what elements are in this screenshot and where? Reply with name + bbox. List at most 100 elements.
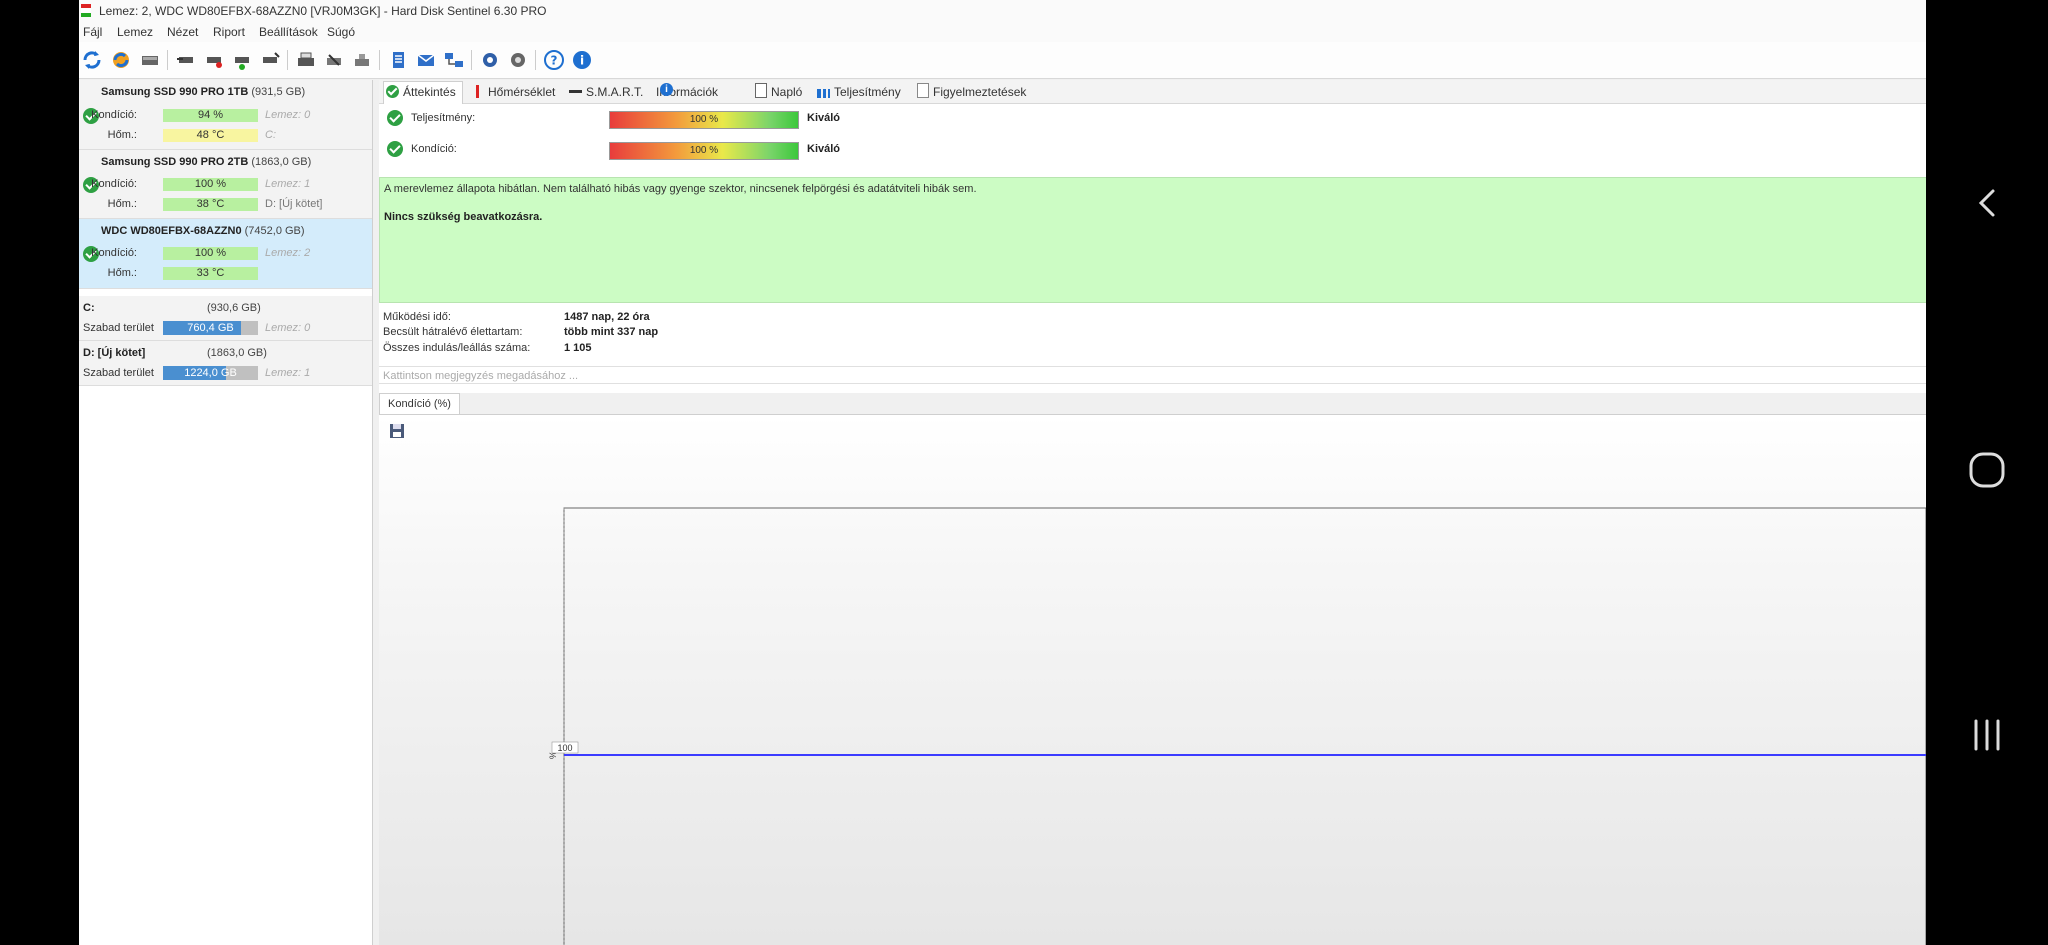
disk-icon[interactable]	[139, 49, 161, 71]
disk-list-panel: Samsung SSD 990 PRO 1TB (931,5 GB) Kondí…	[79, 80, 373, 945]
ok-status-icon	[387, 110, 403, 126]
free-space-value: 760,4 GB	[187, 322, 234, 334]
free-space-value: 1224,0 GB	[184, 367, 237, 379]
volume-size: (1863,0 GB)	[207, 347, 267, 359]
refresh-icon[interactable]	[81, 49, 103, 71]
disk-capacity: (1863,0 GB)	[251, 156, 312, 168]
tab-label: Áttekintés	[403, 85, 456, 99]
chart-area: Kondíció (%) % 100	[379, 393, 1926, 945]
performance-metric: Teljesítmény: 100 % Kiváló	[379, 108, 1079, 130]
title-bar: Lemez: 2, WDC WD80EFBX-68AZZN0 [VRJ0M3GK…	[79, 0, 1926, 22]
settings-2-icon[interactable]	[507, 49, 529, 71]
temperature-row: Hőm.: 33 °C	[79, 267, 372, 281]
info-value: több mint 337 nap	[564, 326, 659, 338]
smart-icon	[569, 85, 582, 98]
main-panel: Áttekintés Hőmérséklet S.M.A.R.T. i Infor…	[379, 80, 1926, 945]
free-space-label: Szabad terület	[83, 322, 154, 334]
tab-label: S.M.A.R.T.	[586, 85, 644, 99]
home-button[interactable]	[1926, 440, 2048, 500]
app-flag-icon	[81, 4, 91, 17]
disk-ref: Lemez: 0	[265, 322, 311, 334]
tab-alerts[interactable]: Figyelmeztetések	[917, 83, 1026, 101]
disk-volumes: D: [Új kötet]	[265, 198, 323, 210]
volume-entry-c[interactable]: C: (930,6 GB) Szabad terület 760,4 GB Le…	[79, 296, 372, 341]
tab-information[interactable]: i Információk	[656, 83, 718, 101]
condition-bar: 100 %	[163, 247, 258, 260]
temperature-bar: 48 °C	[163, 129, 258, 142]
recents-button[interactable]	[1926, 705, 2048, 765]
menu-settings[interactable]: Beállítások	[259, 22, 318, 42]
volume-size: (930,6 GB)	[207, 302, 261, 314]
tab-performance[interactable]: Teljesítmény	[817, 83, 901, 101]
condition-row: Kondíció: 94 % Lemez: 0	[79, 109, 372, 123]
disk-model: Samsung SSD 990 PRO 2TB	[101, 156, 249, 168]
tab-label: Teljesítmény	[834, 85, 901, 99]
menu-view[interactable]: Nézet	[167, 22, 198, 42]
settings-icon[interactable]	[479, 49, 501, 71]
tool-1-icon[interactable]	[175, 49, 197, 71]
recents-icon	[1974, 719, 2000, 751]
free-space-bar: 760,4 GB	[163, 321, 258, 335]
volume-entry-d[interactable]: D: [Új kötet] (1863,0 GB) Szabad terület…	[79, 341, 372, 386]
print-icon[interactable]	[295, 49, 317, 71]
tool-4-icon[interactable]	[259, 49, 281, 71]
status-message-box: A merevlemez állapota hibátlan. Nem talá…	[379, 177, 1926, 303]
condition-row: Kondíció: 100 % Lemez: 2	[79, 247, 372, 261]
condition-bar: 94 %	[163, 109, 258, 122]
info-row-uptime: Működési idő: 1487 nap, 22 óra	[383, 311, 1083, 325]
info-icon[interactable]: i	[571, 49, 593, 71]
condition-chart: %100	[548, 507, 1926, 945]
disk-ref: Lemez: 1	[265, 178, 311, 190]
report-icon[interactable]	[387, 49, 409, 71]
metric-rating: Kiváló	[807, 143, 841, 155]
tab-overview[interactable]: Áttekintés	[383, 81, 463, 104]
tab-label: Napló	[771, 85, 803, 99]
tab-label: Hőmérséklet	[488, 85, 556, 99]
metric-value: 100 %	[689, 145, 719, 156]
disk-capacity: (7452,0 GB)	[244, 225, 305, 237]
info-label: Összes indulás/leállás száma:	[383, 342, 531, 354]
tab-smart[interactable]: S.M.A.R.T.	[569, 83, 643, 101]
tab-bar: Áttekintés Hőmérséklet S.M.A.R.T. i Infor…	[379, 80, 1926, 104]
thermometer-icon	[471, 85, 484, 98]
tool-3-icon[interactable]	[231, 49, 253, 71]
menu-disk[interactable]: Lemez	[117, 22, 153, 42]
menu-bar: Fájl Lemez Nézet Riport Beállítások Súgó	[79, 22, 1926, 42]
menu-report[interactable]: Riport	[213, 22, 245, 42]
menu-help[interactable]: Súgó	[327, 22, 355, 42]
tool-6-icon[interactable]	[351, 49, 373, 71]
condition-label: Kondíció:	[91, 109, 137, 121]
disk-name: WDC WD80EFBX-68AZZN0 (7452,0 GB)	[101, 225, 305, 237]
disk-entry-2-selected[interactable]: WDC WD80EFBX-68AZZN0 (7452,0 GB) Kondíci…	[79, 219, 372, 289]
condition-label: Kondíció:	[91, 178, 137, 190]
tool-2-icon[interactable]	[203, 49, 225, 71]
svg-text:?: ?	[551, 54, 558, 68]
tool-5-icon[interactable]	[323, 49, 345, 71]
note-input[interactable]: Kattintson megjegyzés megadásához ...	[379, 366, 1926, 384]
disk-entry-0[interactable]: Samsung SSD 990 PRO 1TB (931,5 GB) Kondí…	[79, 80, 372, 150]
disk-entry-1[interactable]: Samsung SSD 990 PRO 2TB (1863,0 GB) Kond…	[79, 150, 372, 219]
refresh-all-icon[interactable]	[110, 49, 132, 71]
temperature-label: Hőm.:	[107, 267, 137, 279]
info-label: Működési idő:	[383, 311, 451, 323]
network-icon[interactable]	[443, 49, 465, 71]
tab-log[interactable]: Napló	[755, 83, 802, 101]
disk-ref: Lemez: 1	[265, 367, 311, 379]
condition-metric: Kondíció: 100 % Kiváló	[379, 139, 1079, 161]
back-button[interactable]	[1926, 173, 2048, 233]
window-title: Lemez: 2, WDC WD80EFBX-68AZZN0 [VRJ0M3GK…	[99, 4, 547, 18]
check-icon	[386, 85, 399, 98]
temperature-row: Hőm.: 38 °C D: [Új kötet]	[79, 198, 372, 212]
disk-volumes: C:	[265, 129, 276, 141]
info-small-icon: i	[660, 83, 673, 96]
help-icon[interactable]: ?	[543, 49, 565, 71]
mail-icon[interactable]	[415, 49, 437, 71]
temperature-bar: 38 °C	[163, 198, 258, 211]
volume-name: C:	[83, 302, 95, 314]
temperature-bar: 33 °C	[163, 267, 258, 280]
chart-tab-condition[interactable]: Kondíció (%)	[379, 393, 460, 415]
chart-icon	[817, 85, 830, 98]
tab-temperature[interactable]: Hőmérséklet	[471, 83, 555, 101]
menu-file[interactable]: Fájl	[83, 22, 102, 42]
condition-label: Kondíció:	[91, 247, 137, 259]
